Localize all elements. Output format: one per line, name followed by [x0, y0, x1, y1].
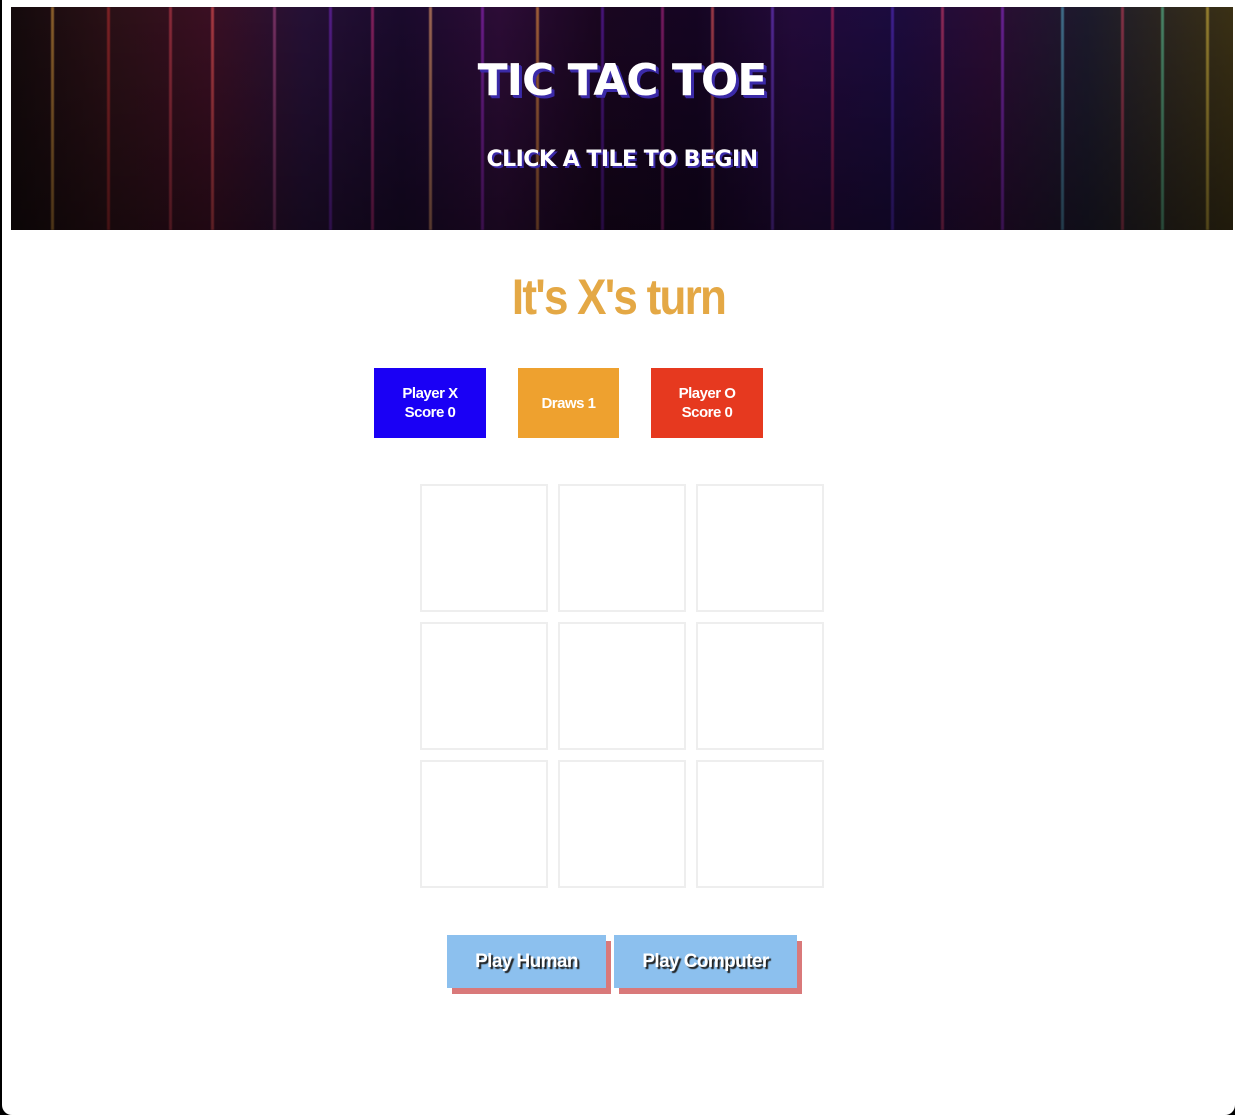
turn-indicator: It's X's turn	[511, 269, 727, 325]
board-tile-6[interactable]	[696, 622, 824, 750]
play-human-button[interactable]: Play Human	[447, 935, 606, 988]
page-title: TIC TAC TOE	[477, 55, 768, 106]
board-tile-7[interactable]	[420, 760, 548, 888]
player-x-label: Player X	[402, 385, 458, 402]
player-x-score-card: Player X Score 0	[374, 368, 486, 438]
page-subtitle: CLICK A TILE TO BEGIN	[486, 147, 758, 172]
board-tile-8[interactable]	[558, 760, 686, 888]
board-tile-2[interactable]	[558, 484, 686, 612]
play-computer-button[interactable]: Play Computer	[614, 935, 797, 988]
player-x-score: Score 0	[404, 404, 456, 421]
header-banner: TIC TAC TOE CLICK A TILE TO BEGIN	[11, 7, 1233, 230]
board-tile-1[interactable]	[420, 484, 548, 612]
draws-score-card: Draws 1	[518, 368, 619, 438]
player-o-score-card: Player O Score 0	[651, 368, 763, 438]
board-tile-4[interactable]	[420, 622, 548, 750]
board-tile-3[interactable]	[696, 484, 824, 612]
board-tile-9[interactable]	[696, 760, 824, 888]
board-tile-5[interactable]	[558, 622, 686, 750]
player-o-label: Player O	[678, 385, 736, 402]
game-page: TIC TAC TOE CLICK A TILE TO BEGIN It's X…	[2, 0, 1235, 1115]
game-board	[420, 484, 826, 888]
player-o-score: Score 0	[681, 404, 733, 421]
draws-count: Draws 1	[541, 394, 596, 412]
